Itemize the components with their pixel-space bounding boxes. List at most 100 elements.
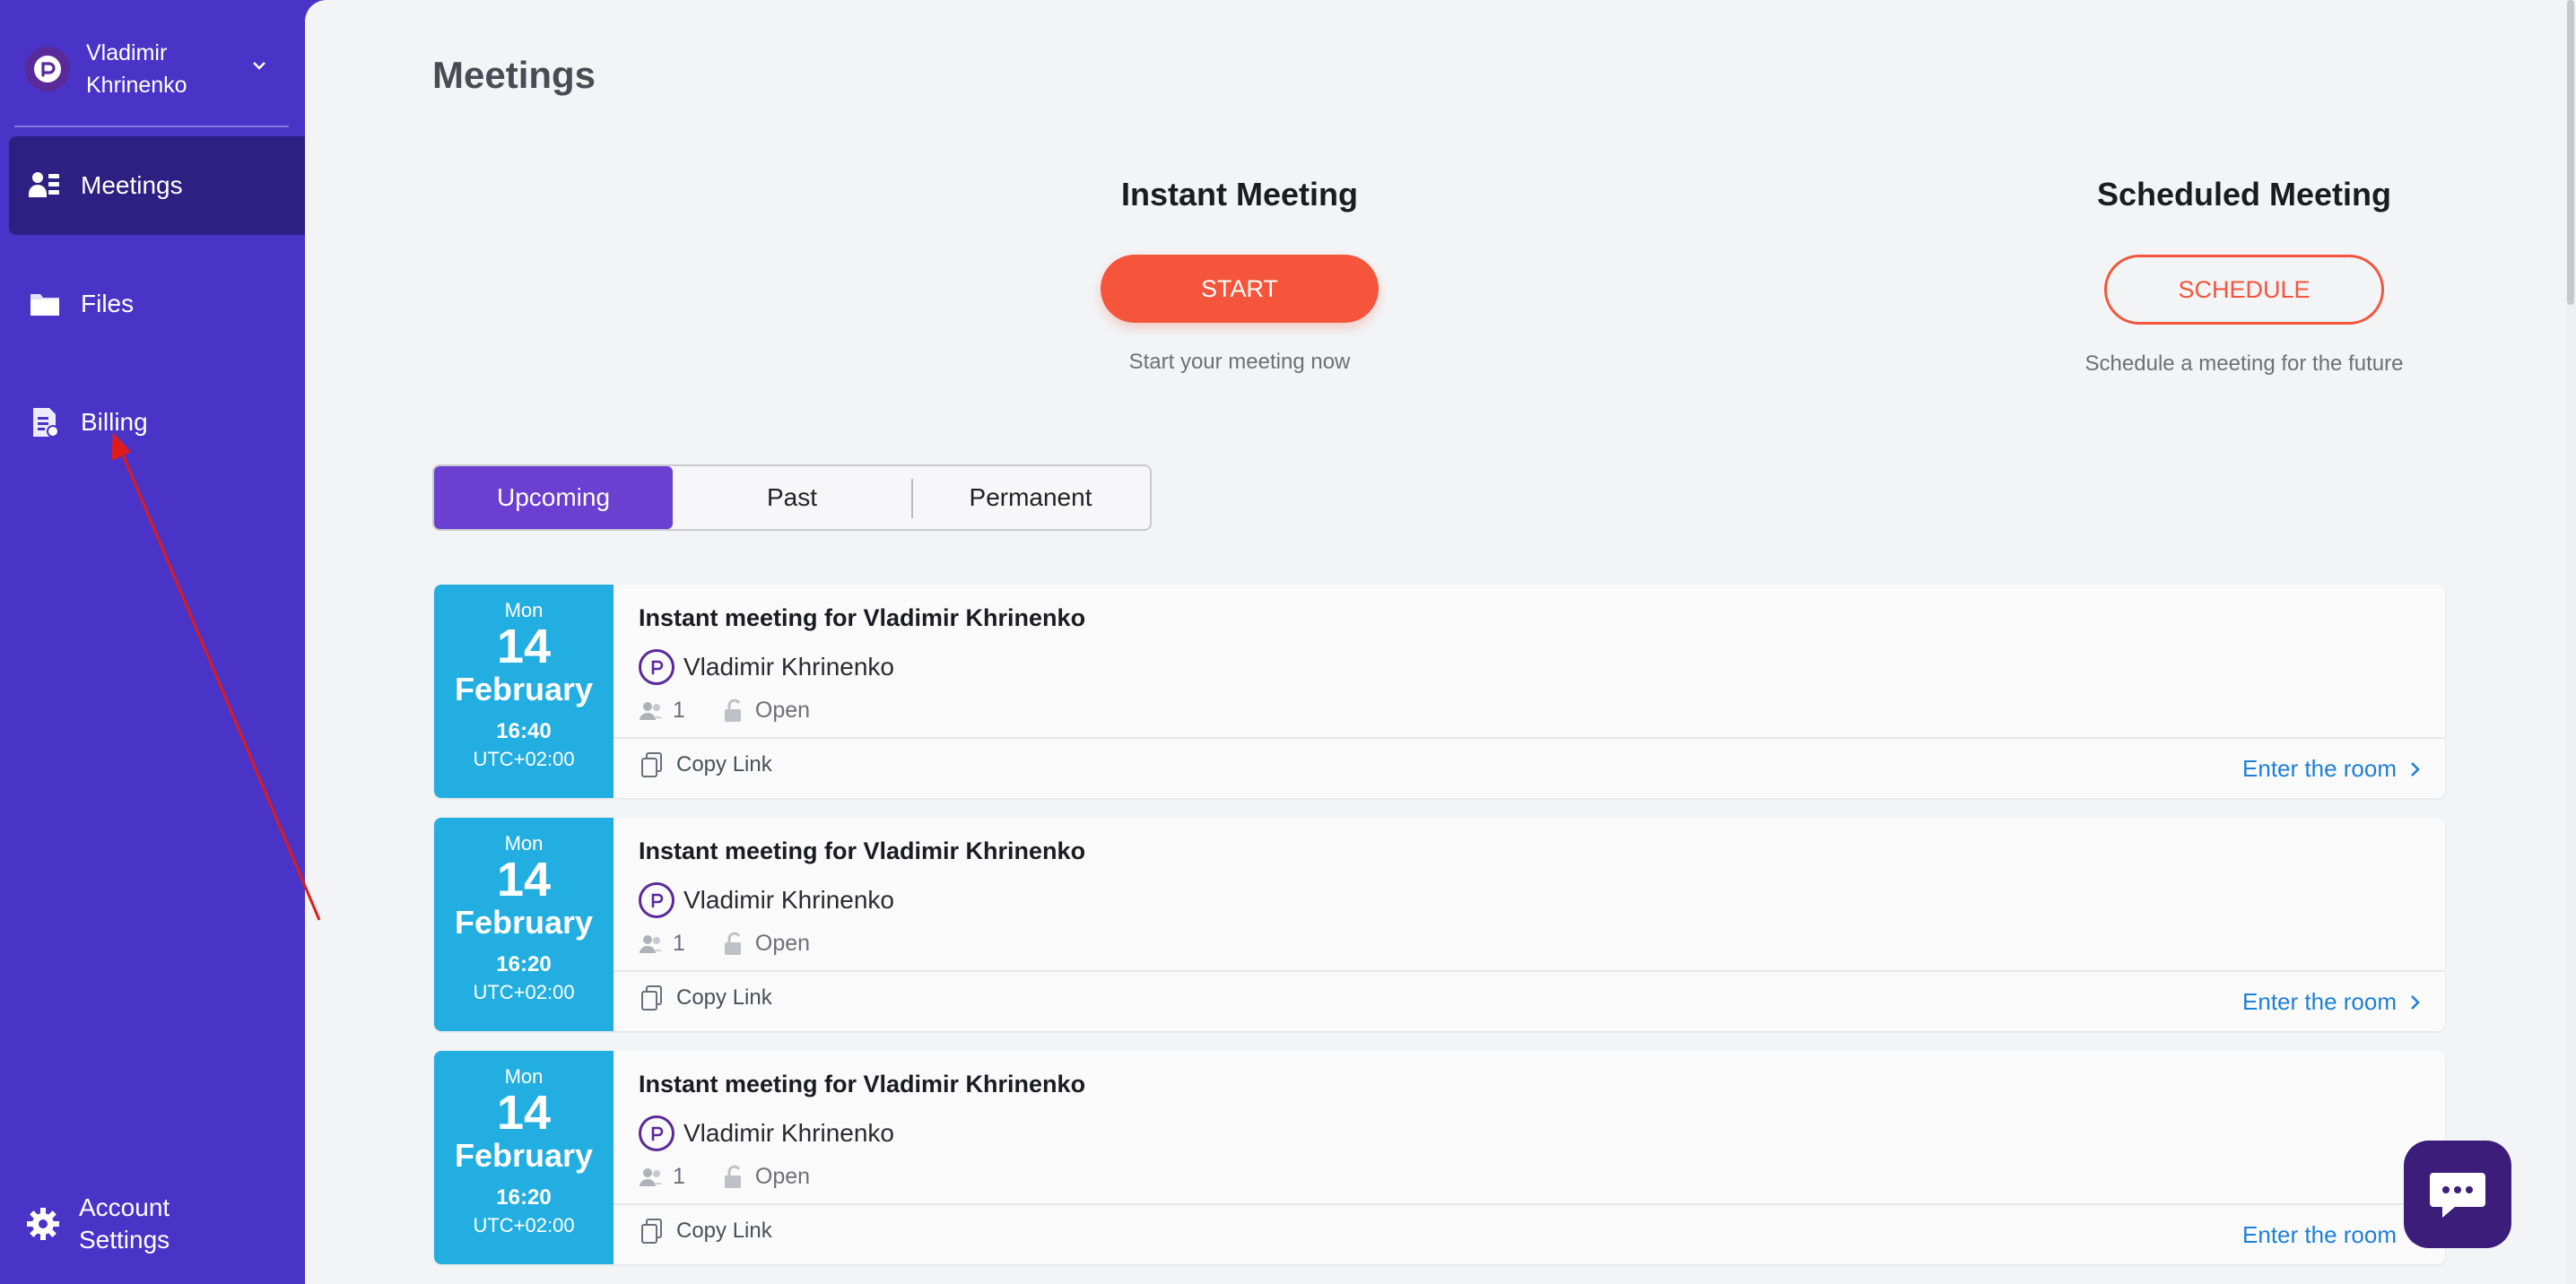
chevron-right-icon bbox=[2411, 761, 2420, 776]
chevron-down-icon[interactable] bbox=[249, 56, 269, 75]
instant-meeting-section: Instant Meeting START Start your meeting… bbox=[1024, 176, 1455, 375]
tab-past[interactable]: Past bbox=[673, 466, 911, 529]
main-content: Meetings Instant Meeting START Start you… bbox=[305, 0, 2576, 1284]
meeting-date-block: Mon 14 February 16:20 UTC+02:00 bbox=[434, 1051, 614, 1264]
meetings-tabs: Upcoming Past Permanent bbox=[432, 464, 1152, 531]
participants-count: 1 bbox=[673, 698, 685, 723]
enter-room-label: Enter the room bbox=[2242, 988, 2397, 1015]
meeting-day: 14 bbox=[496, 620, 552, 673]
meeting-date-block: Mon 14 February 16:20 UTC+02:00 bbox=[434, 818, 614, 1031]
scheduled-meeting-subtitle: Schedule a meeting for the future bbox=[2084, 351, 2404, 376]
sidebar-item-account-settings[interactable]: Account Settings bbox=[9, 1184, 296, 1264]
meeting-title: Instant meeting for Vladimir Khrinenko bbox=[639, 604, 1086, 631]
sidebar-item-billing[interactable]: Billing bbox=[9, 373, 305, 472]
copy-icon bbox=[641, 1219, 662, 1244]
card-divider bbox=[614, 737, 2445, 739]
host-name: Vladimir Khrinenko bbox=[683, 886, 894, 914]
access-status: Open bbox=[754, 698, 811, 723]
tab-separator bbox=[911, 479, 913, 518]
app-logo-avatar bbox=[25, 47, 70, 91]
participants-icon bbox=[640, 1167, 663, 1186]
meeting-host: Vladimir Khrinenko bbox=[639, 1115, 894, 1151]
copy-link-button[interactable]: Copy Link bbox=[640, 1218, 772, 1245]
user-menu[interactable]: Vladimir Khrinenko bbox=[25, 36, 285, 102]
enter-room-label: Enter the room bbox=[2242, 755, 2397, 782]
copy-link-label: Copy Link bbox=[676, 985, 772, 1010]
start-button[interactable]: START bbox=[1101, 255, 1379, 323]
enter-room-link[interactable]: Enter the room bbox=[2242, 1221, 2422, 1249]
tab-permanent-label: Permanent bbox=[969, 483, 1092, 511]
tab-permanent[interactable]: Permanent bbox=[911, 466, 1150, 529]
meeting-host: Vladimir Khrinenko bbox=[639, 649, 894, 685]
meeting-timezone: UTC+02:00 bbox=[473, 748, 575, 770]
meeting-card: Mon 14 February 16:20 UTC+02:00 Instant … bbox=[434, 1051, 2445, 1264]
user-name: Vladimir Khrinenko bbox=[86, 40, 187, 98]
meeting-timezone: UTC+02:00 bbox=[473, 1214, 575, 1236]
users-icon bbox=[25, 166, 65, 205]
copy-link-label: Copy Link bbox=[676, 752, 772, 776]
access-status: Open bbox=[754, 1164, 811, 1189]
host-name: Vladimir Khrinenko bbox=[683, 1119, 894, 1147]
scheduled-meeting-title: Scheduled Meeting bbox=[2096, 176, 2392, 213]
unlock-icon bbox=[724, 698, 741, 722]
account-settings-label: Account Settings bbox=[79, 1193, 170, 1254]
copy-link-button[interactable]: Copy Link bbox=[640, 751, 772, 778]
meeting-month: February bbox=[454, 1137, 594, 1174]
folder-icon bbox=[25, 284, 65, 324]
sidebar-item-meetings[interactable]: Meetings bbox=[9, 136, 305, 235]
enter-room-link[interactable]: Enter the room bbox=[2242, 988, 2422, 1016]
copy-icon bbox=[641, 985, 662, 1011]
meeting-meta: 1 Open bbox=[639, 931, 810, 957]
copy-link-label: Copy Link bbox=[676, 1219, 772, 1243]
enter-room-label: Enter the room bbox=[2242, 1221, 2397, 1248]
scheduled-meeting-section: Scheduled Meeting SCHEDULE Schedule a me… bbox=[2029, 176, 2459, 377]
host-avatar-icon bbox=[639, 882, 674, 918]
meeting-day: 14 bbox=[496, 853, 552, 907]
schedule-button[interactable]: SCHEDULE bbox=[2104, 255, 2384, 325]
meeting-title: Instant meeting for Vladimir Khrinenko bbox=[639, 1071, 1086, 1097]
host-avatar-icon bbox=[639, 1115, 674, 1151]
meeting-timezone: UTC+02:00 bbox=[473, 981, 575, 1003]
chat-button[interactable] bbox=[2404, 1141, 2511, 1248]
meeting-month: February bbox=[454, 671, 594, 707]
card-divider bbox=[614, 970, 2445, 972]
sidebar-item-label: Billing bbox=[81, 408, 148, 436]
participants-icon bbox=[640, 934, 663, 953]
unlock-icon bbox=[724, 1165, 741, 1188]
meeting-date-block: Mon 14 February 16:40 UTC+02:00 bbox=[434, 585, 614, 798]
host-name: Vladimir Khrinenko bbox=[683, 653, 894, 681]
participants-count: 1 bbox=[673, 1164, 685, 1189]
meeting-time: 16:40 bbox=[496, 719, 552, 743]
instant-meeting-title: Instant Meeting bbox=[1120, 176, 1358, 213]
sidebar-divider bbox=[14, 126, 289, 127]
meeting-card: Mon 14 February 16:40 UTC+02:00 Instant … bbox=[434, 585, 2445, 798]
unlock-icon bbox=[724, 932, 741, 955]
tab-upcoming[interactable]: Upcoming bbox=[434, 466, 673, 529]
meeting-title: Instant meeting for Vladimir Khrinenko bbox=[639, 837, 1086, 864]
billing-icon bbox=[25, 403, 65, 442]
sidebar-item-label: Files bbox=[81, 290, 135, 317]
scrollbar-thumb[interactable] bbox=[2567, 0, 2574, 305]
access-status: Open bbox=[754, 931, 811, 956]
meeting-host: Vladimir Khrinenko bbox=[639, 882, 894, 918]
participants-count: 1 bbox=[673, 931, 685, 956]
meeting-card: Mon 14 February 16:20 UTC+02:00 Instant … bbox=[434, 818, 2445, 1031]
meeting-time: 16:20 bbox=[496, 952, 552, 976]
meeting-day: 14 bbox=[496, 1086, 552, 1140]
meeting-time: 16:20 bbox=[496, 1185, 552, 1210]
sidebar: Vladimir Khrinenko Meetings Files Billin… bbox=[0, 0, 305, 1284]
instant-meeting-subtitle: Start your meeting now bbox=[1128, 350, 1351, 374]
card-divider bbox=[614, 1203, 2445, 1205]
copy-link-button[interactable]: Copy Link bbox=[640, 985, 772, 1011]
enter-room-link[interactable]: Enter the room bbox=[2242, 755, 2422, 783]
sidebar-item-label: Meetings bbox=[81, 171, 183, 199]
chat-icon bbox=[2430, 1173, 2485, 1218]
sidebar-item-files[interactable]: Files bbox=[9, 255, 305, 353]
gear-icon bbox=[23, 1204, 63, 1244]
scrollbar[interactable] bbox=[2565, 0, 2576, 1284]
copy-icon bbox=[641, 752, 662, 777]
page-title: Meetings bbox=[432, 54, 596, 96]
participants-icon bbox=[640, 701, 663, 720]
chevron-right-icon bbox=[2411, 994, 2420, 1010]
host-avatar-icon bbox=[639, 649, 674, 685]
